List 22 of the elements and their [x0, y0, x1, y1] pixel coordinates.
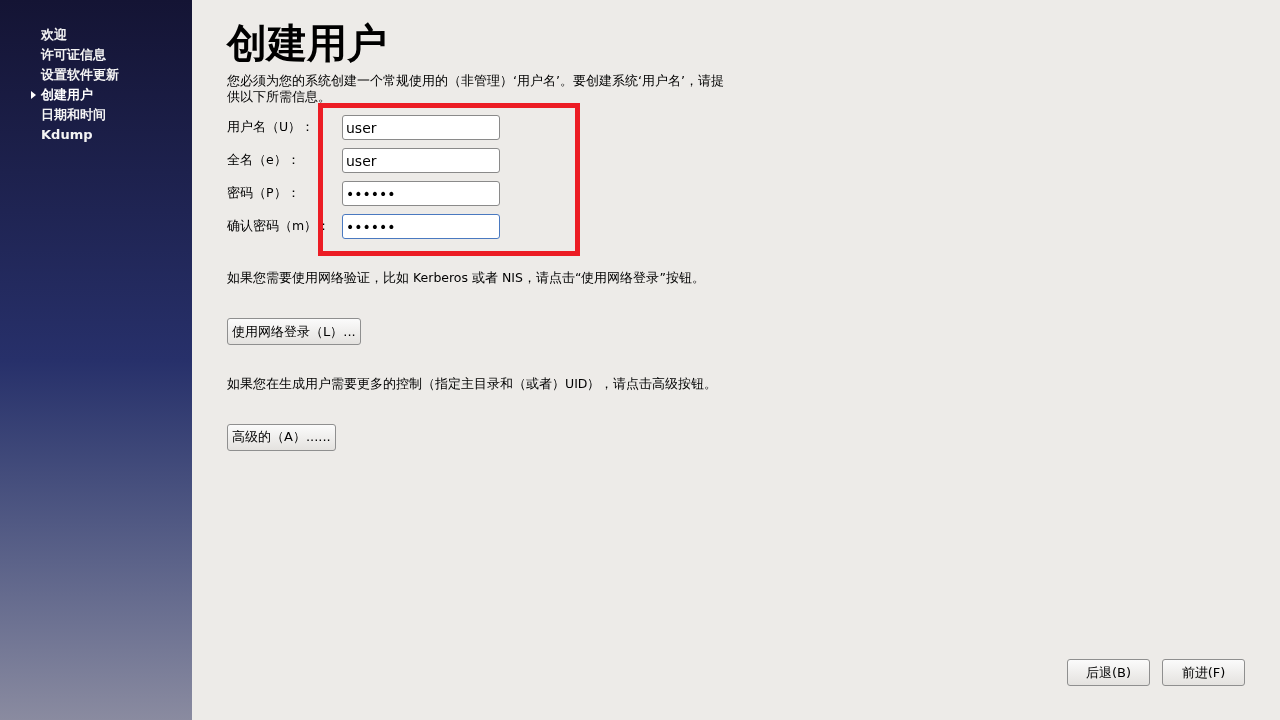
description-text: 您必须为您的系统创建一个常规使用的（非管理）‘用户名’。要创建系统‘用户名’，请提供以下所需信息。	[227, 73, 725, 105]
advanced-button[interactable]: 高级的（A）......	[227, 423, 336, 451]
page-title: 创建用户	[227, 19, 388, 68]
sidebar-item: Kdump	[41, 126, 93, 145]
back-button[interactable]: 后退(B)	[1067, 659, 1150, 686]
sidebar-item: 日期和时间	[41, 106, 106, 125]
sidebar-item: 欢迎	[41, 26, 67, 45]
input-field[interactable]: ••••••	[342, 181, 500, 206]
sidebar-item: 创建用户	[41, 86, 93, 105]
network-note: 如果您需要使用网络验证，比如 Kerberos 或者 NIS，请点击“使用网络登录”按钮。	[227, 269, 706, 287]
input-field[interactable]: ••••••	[342, 214, 500, 239]
advanced-note: 如果您在生成用户需要更多的控制（指定主目录和（或者）UID），请点击高级按钮。	[227, 374, 719, 393]
field-label: 确认密码（m）：	[227, 217, 332, 236]
input-field[interactable]: user	[342, 115, 500, 140]
sidebar-item: 设置软件更新	[41, 66, 119, 85]
forward-button[interactable]: 前进(F)	[1162, 659, 1245, 686]
network-login-button[interactable]: 使用网络登录（L）...	[227, 317, 361, 345]
field-label: 用户名（U）：	[227, 118, 316, 137]
field-label: 全名（e）：	[227, 151, 301, 170]
sidebar-item: 许可证信息	[41, 46, 106, 65]
input-field[interactable]: user	[342, 148, 500, 173]
field-label: 密码（P）：	[227, 184, 301, 203]
